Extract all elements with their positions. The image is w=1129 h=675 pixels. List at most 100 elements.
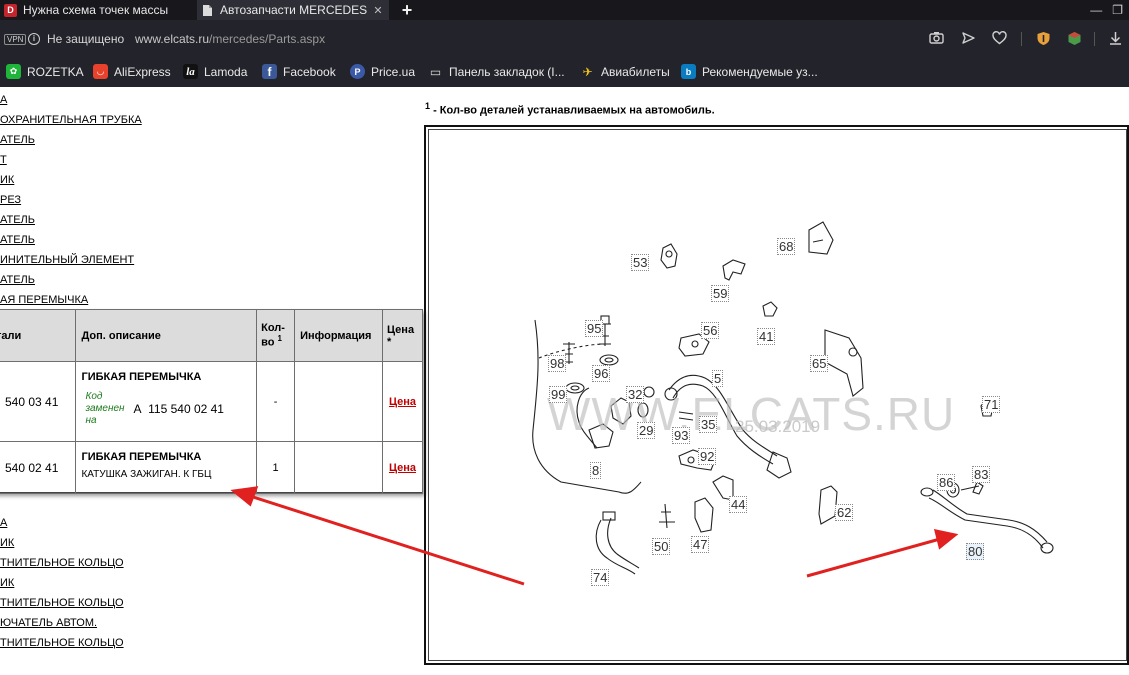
callout-95[interactable]: 95 <box>585 320 604 337</box>
not-secure-icon[interactable]: i <box>28 33 40 45</box>
diagram-drawing: WWW.ELCATS.RU 25.03.2019 <box>532 221 1054 575</box>
callout-71[interactable]: 71 <box>982 396 1001 413</box>
part-group-link[interactable]: ТНИТЕЛЬНОЕ КОЛЬЦО <box>0 557 124 569</box>
price-link[interactable]: Цена <box>389 462 416 474</box>
part-group-link[interactable]: ОХРАНИТЕЛЬНАЯ ТРУБКА <box>0 114 142 126</box>
callout-59[interactable]: 59 <box>711 285 730 302</box>
quantity-cell: 1 <box>256 441 296 494</box>
callout-83[interactable]: 83 <box>972 466 991 483</box>
callout-8[interactable]: 8 <box>590 462 602 479</box>
bookmark-recommended[interactable]: b Рекомендуемые уз... <box>681 64 818 79</box>
callout-96[interactable]: 96 <box>592 365 611 382</box>
part-group-link[interactable]: АТЕЛЬ <box>0 214 35 226</box>
heart-icon[interactable] <box>991 31 1007 47</box>
callout-53[interactable]: 53 <box>631 254 650 271</box>
callout-56[interactable]: 56 <box>701 322 720 339</box>
price-cell: Цена <box>382 361 423 442</box>
url-field[interactable]: www.elcats.ru/mercedes/Parts.aspx <box>135 32 325 46</box>
window-controls: — ❐ <box>1090 0 1129 20</box>
toolbar-separator <box>1094 32 1095 46</box>
new-tab-button[interactable]: + <box>396 0 418 20</box>
part-group-link[interactable]: АТЕЛЬ <box>0 134 35 146</box>
part-extra-info: КАТУШКА ЗАЖИГАН. К ГБЦ <box>81 469 212 480</box>
callout-99[interactable]: 99 <box>549 386 568 403</box>
information-cell <box>294 361 384 442</box>
callout-5[interactable]: 5 <box>712 370 724 387</box>
callout-74[interactable]: 74 <box>591 569 610 586</box>
price-link[interactable]: Цена <box>389 396 416 408</box>
replacement-part-link[interactable]: А 115 540 02 41 <box>133 402 224 416</box>
callout-92[interactable]: 92 <box>698 448 717 465</box>
bookmark-label: Панель закладок (I... <box>449 64 565 79</box>
part-group-link[interactable]: ИНИТЕЛЬНЫЙ ЭЛЕМЕНТ <box>0 254 134 266</box>
part-name: ГИБКАЯ ПЕРЕМЫЧКА <box>81 451 202 463</box>
close-tab-icon[interactable]: ✕ <box>371 4 385 17</box>
bookmark-folder[interactable]: ▭ Панель закладок (I... <box>428 64 565 79</box>
part-group-link[interactable]: А <box>0 94 7 106</box>
send-icon[interactable] <box>960 31 976 47</box>
callout-29[interactable]: 29 <box>637 422 656 439</box>
part-group-link[interactable]: ЮЧАТЕЛЬ АВТОМ. <box>0 617 97 629</box>
part-group-link[interactable]: ИК <box>0 174 14 186</box>
callout-50[interactable]: 50 <box>652 538 671 555</box>
callout-44[interactable]: 44 <box>729 496 748 513</box>
rozetka-icon: ✿ <box>6 64 21 79</box>
part-group-link[interactable]: РЕЗ <box>0 194 21 206</box>
bookmark-flights[interactable]: ✈ Авиабилеты <box>580 64 669 79</box>
bookmark-rozetka[interactable]: ✿ ROZETKA <box>6 64 84 79</box>
callout-86[interactable]: 86 <box>937 474 956 491</box>
facebook-icon: f <box>262 64 277 79</box>
forum-favicon-icon: D <box>4 3 17 17</box>
part-group-link[interactable]: А <box>0 517 7 529</box>
lamoda-icon: la <box>183 64 198 79</box>
security-status[interactable]: Не защищено <box>47 32 124 46</box>
part-group-link[interactable]: ТНИТЕЛЬНОЕ КОЛЬЦО <box>0 637 124 649</box>
bookmark-lamoda[interactable]: la Lamoda <box>183 64 247 79</box>
part-number-cell: 540 03 41 <box>0 361 77 442</box>
tab-title: Нужна схема точек массы <box>23 3 169 17</box>
address-bar: VPN i Не защищено www.elcats.ru/mercedes… <box>0 24 1129 54</box>
quantity-footnote: 1 - Кол-во деталей устанавливаемых на ав… <box>425 101 715 117</box>
bookmark-facebook[interactable]: f Facebook <box>262 64 336 79</box>
bookmark-priceua[interactable]: P Price.ua <box>350 64 415 79</box>
maximize-icon[interactable]: ❐ <box>1112 3 1123 17</box>
bookmark-aliexpress[interactable]: ◡ AliExpress <box>93 64 171 79</box>
part-group-link[interactable]: АТЕЛЬ <box>0 274 35 286</box>
callout-62[interactable]: 62 <box>835 504 854 521</box>
bookmark-label: ROZETKA <box>27 64 84 79</box>
cube-extension-icon[interactable] <box>1066 31 1082 47</box>
col-header-part-number: тали <box>0 309 77 362</box>
tab-elcats[interactable]: Автозапчасти MERCEDES - ✕ <box>197 0 389 20</box>
replaced-label: Код заменен на <box>85 391 125 426</box>
bookmark-label: AliExpress <box>114 64 171 79</box>
col-header-price: Цена * <box>382 309 423 362</box>
callout-80[interactable]: 80 <box>966 543 985 560</box>
camera-icon[interactable] <box>928 31 944 47</box>
minimize-icon[interactable]: — <box>1090 3 1102 17</box>
col-header-quantity: Кол-во 1 <box>256 309 296 362</box>
part-group-link[interactable]: АТЕЛЬ <box>0 234 35 246</box>
tab-forum[interactable]: D Нужна схема точек массы <box>0 0 196 20</box>
download-icon[interactable] <box>1107 31 1123 47</box>
part-group-link[interactable]: ИК <box>0 577 14 589</box>
vpn-badge[interactable]: VPN <box>4 34 27 45</box>
replaced-by: Код заменен на А 115 540 02 41 <box>81 391 251 427</box>
part-group-link[interactable]: ТНИТЕЛЬНОЕ КОЛЬЦО <box>0 597 124 609</box>
callout-41[interactable]: 41 <box>757 328 776 345</box>
part-group-link[interactable]: Т <box>0 154 7 166</box>
callout-47[interactable]: 47 <box>691 536 710 553</box>
folder-icon: ▭ <box>429 64 442 79</box>
part-group-link[interactable]: АЯ ПЕРЕМЫЧКА <box>0 294 88 306</box>
callout-68[interactable]: 68 <box>777 238 796 255</box>
part-group-link[interactable]: ИК <box>0 537 14 549</box>
callout-32[interactable]: 32 <box>626 386 645 403</box>
parts-diagram[interactable]: WWW.ELCATS.RU 25.03.2019 53 68 59 95 56 … <box>428 129 1127 661</box>
bookmark-label: Рекомендуемые уз... <box>702 64 818 79</box>
plane-icon: ✈ <box>582 64 593 79</box>
shield-extension-icon[interactable] <box>1035 31 1051 47</box>
callout-35[interactable]: 35 <box>699 416 718 433</box>
callout-98[interactable]: 98 <box>548 355 567 372</box>
callout-65[interactable]: 65 <box>810 355 829 372</box>
callout-93[interactable]: 93 <box>672 427 691 444</box>
date-watermark: 25.03.2019 <box>735 417 820 436</box>
